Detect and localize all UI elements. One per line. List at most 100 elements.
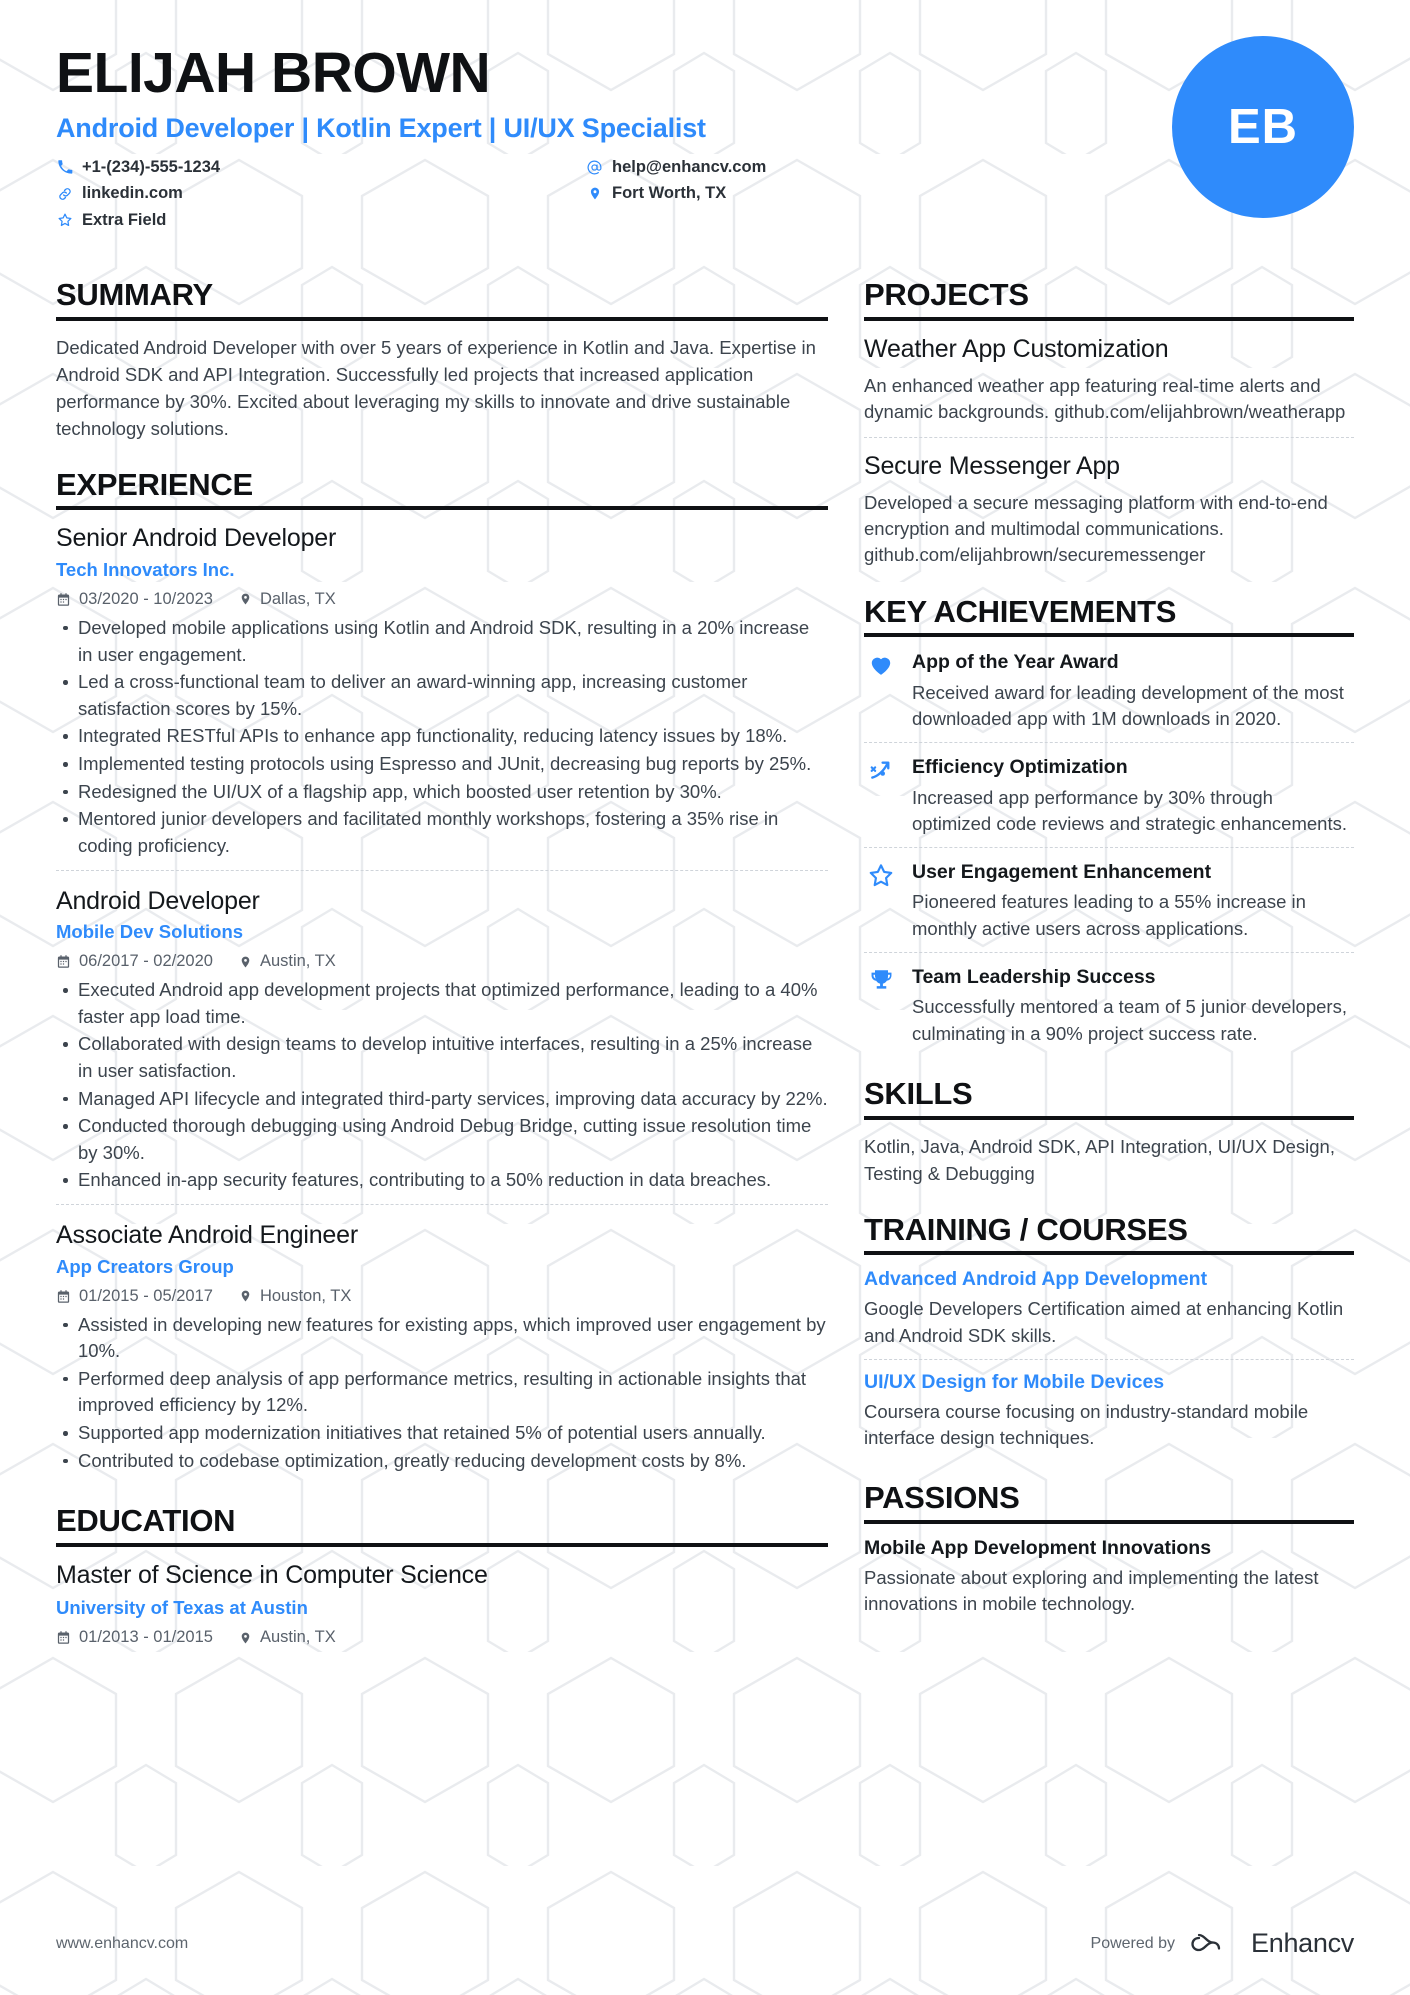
job-company[interactable]: Tech Innovators Inc. [56,559,828,581]
project-entry: Weather App Customization An enhanced we… [864,334,1354,426]
bullet-item: Contributed to codebase optimization, gr… [56,1448,828,1475]
resume-columns: SUMMARY Dedicated Android Developer with… [56,277,1354,1668]
job-company[interactable]: App Creators Group [56,1256,828,1278]
bullet-item: Led a cross-functional team to deliver a… [56,669,828,722]
education-location: Austin, TX [239,1628,336,1647]
at-icon [586,159,603,176]
bullet-item: Conducted thorough debugging using Andro… [56,1113,828,1166]
resume-header: ELIJAH BROWN Android Developer | Kotlin … [56,36,1354,244]
bullet-item: Enhanced in-app security features, contr… [56,1167,828,1194]
achievement-entry: User Engagement Enhancement Pioneered fe… [864,847,1354,952]
section-rule [864,633,1354,638]
job-role: Senior Android Developer [56,524,337,553]
calendar-icon [56,1289,71,1304]
section-rule [56,506,828,511]
section-rule [864,1251,1354,1256]
resume-page: ELIJAH BROWN Android Developer | Kotlin … [0,0,1410,1995]
training-description: Google Developers Certification aimed at… [864,1298,1344,1346]
contact-extra-field-value: Extra Field [82,211,167,230]
job-location: Dallas, TX [239,590,336,609]
contact-phone-value: +1-(234)-555-1234 [82,157,221,176]
location-icon [239,591,252,607]
achievement-description: Successfully mentored a team of 5 junior… [912,996,1347,1044]
bullet-item: Supported app modernization initiatives … [56,1420,828,1447]
job-dates: 06/2017 - 02/2020 [56,952,213,971]
footer-url[interactable]: www.enhancv.com [56,1935,188,1953]
avatar-initials: EB [1227,100,1299,154]
education-location-value: Austin, TX [259,1628,336,1647]
education-school[interactable]: University of Texas at Austin [56,1597,828,1619]
left-column: SUMMARY Dedicated Android Developer with… [56,277,828,1668]
section-title-summary: SUMMARY [56,277,213,312]
section-rule [56,1543,828,1548]
enhancv-logo: Enhancv [1191,1928,1354,1959]
achievement-name: App of the Year Award [912,651,1119,674]
training-entry: Advanced Android App Development Google … [864,1268,1354,1359]
contact-linkedin[interactable]: linkedin.com [56,183,586,204]
section-rule [864,1115,1354,1120]
achievement-name: Efficiency Optimization [912,756,1128,779]
trend-arrow-icon [864,755,898,837]
bullet-item: Performed deep analysis of app performan… [56,1366,828,1419]
job-dates-value: 01/2015 - 05/2017 [79,1286,213,1305]
project-name: Secure Messenger App [864,451,1120,480]
contact-phone[interactable]: +1-(234)-555-1234 [56,157,586,178]
project-entry: Secure Messenger App Developed a secure … [864,436,1354,569]
section-education: EDUCATION Master of Science in Computer … [56,1504,828,1662]
section-summary: SUMMARY Dedicated Android Developer with… [56,277,828,442]
job-company[interactable]: Mobile Dev Solutions [56,921,828,943]
section-rule [56,316,828,321]
job-location-value: Houston, TX [259,1286,352,1305]
achievement-description: Received award for leading development o… [912,681,1344,729]
training-name[interactable]: UI/UX Design for Mobile Devices [864,1371,1354,1394]
job-role: Associate Android Engineer [56,1221,358,1250]
trophy-icon [864,965,898,1047]
bullet-item: Integrated RESTful APIs to enhance app f… [56,723,828,750]
link-icon [56,186,73,202]
job-meta: 03/2020 - 10/2023 Dallas, TX [56,590,828,609]
passion-description: Passionate about exploring and implement… [864,1567,1319,1615]
job-location-value: Austin, TX [259,952,336,971]
section-title-skills: SKILLS [864,1075,973,1111]
calendar-icon [56,592,71,607]
training-description: Coursera course focusing on industry-sta… [864,1400,1309,1449]
section-rule [864,316,1354,321]
bullet-item: Assisted in developing new features for … [56,1312,828,1365]
job-bullets: Executed Android app development project… [56,977,828,1194]
section-title-key-achievements: KEY ACHIEVEMENTS [864,593,1177,629]
bullet-item: Implemented testing protocols using Espr… [56,751,828,778]
bullet-item: Developed mobile applications using Kotl… [56,615,828,668]
experience-entry: Android Developer Mobile Dev Solutions 0… [56,869,828,1205]
calendar-icon [56,954,71,969]
skills-text: Kotlin, Java, Android SDK, API Integrati… [864,1135,1335,1184]
job-dates: 03/2020 - 10/2023 [56,590,213,609]
page-footer: www.enhancv.com Powered by Enhancv [56,1928,1354,1959]
section-training-courses: TRAINING / COURSES Advanced Android App … [864,1211,1354,1462]
contact-list: +1-(234)-555-1234 help@enhancv.com linke… [56,157,1354,231]
experience-entry: Senior Android Developer Tech Innovators… [56,523,828,869]
bullet-item: Mentored junior developers and facilitat… [56,806,828,859]
location-icon [239,1630,252,1646]
section-passions: PASSIONS Mobile App Development Innovati… [864,1481,1354,1617]
calendar-icon [56,1630,71,1645]
headline: Android Developer | Kotlin Expert | UI/U… [56,112,706,143]
footer-brand-area: Powered by Enhancv [1091,1928,1355,1959]
contact-email-value: help@enhancv.com [612,157,767,176]
contact-linkedin-value: linkedin.com [82,184,183,203]
contact-extra-field[interactable]: Extra Field [56,210,586,231]
job-location-value: Dallas, TX [259,589,336,608]
section-title-experience: EXPERIENCE [56,466,253,502]
job-bullets: Assisted in developing new features for … [56,1312,828,1475]
enhancv-mark-icon [1191,1933,1221,1951]
section-title-training-courses: TRAINING / COURSES [864,1211,1188,1247]
location-icon [586,185,603,202]
job-meta: 06/2017 - 02/2020 Austin, TX [56,952,828,971]
job-location: Austin, TX [239,952,336,971]
star-outline-icon [864,860,898,942]
location-icon [239,954,252,970]
passion-name: Mobile App Development Innovations [864,1537,1212,1560]
job-location: Houston, TX [239,1287,351,1306]
bullet-item: Redesigned the UI/UX of a flagship app, … [56,779,828,806]
bullet-item: Collaborated with design teams to develo… [56,1031,828,1084]
training-name[interactable]: Advanced Android App Development [864,1268,1354,1291]
